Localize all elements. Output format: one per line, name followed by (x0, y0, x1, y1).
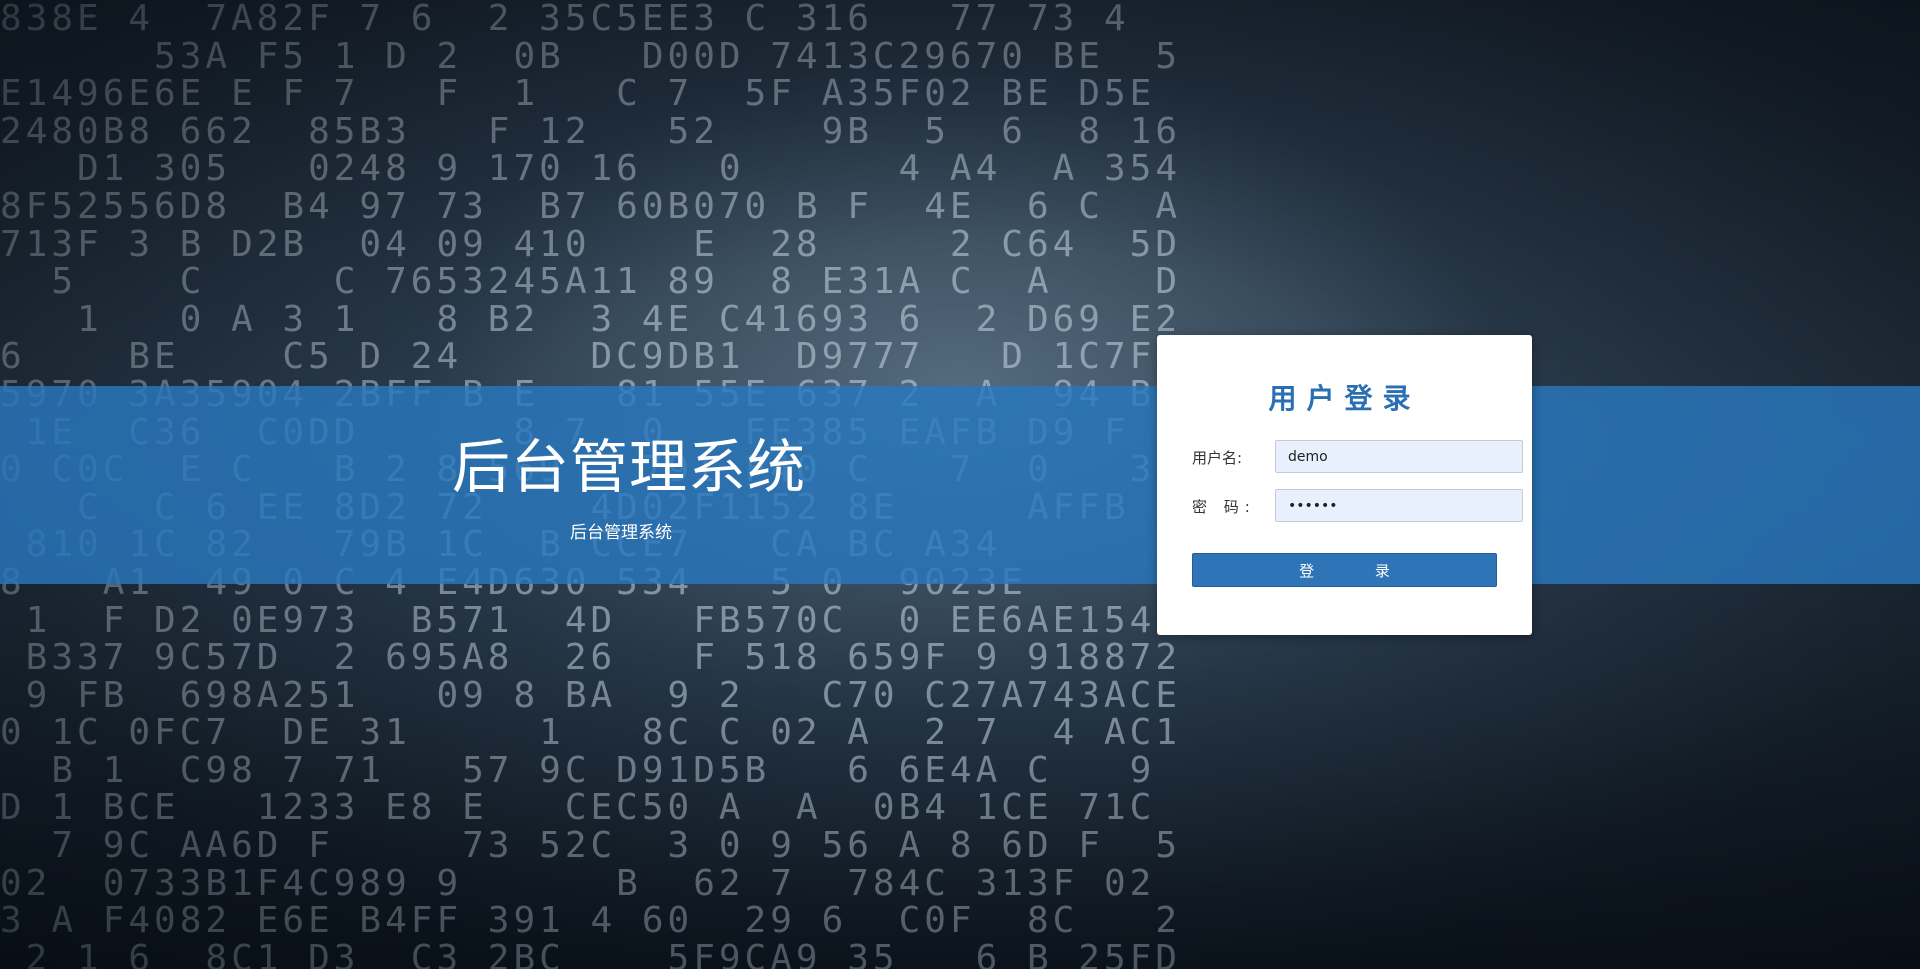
password-label: 密 码: (1192, 498, 1256, 516)
login-form: 用户登录 用户名: 密 码: 登 录 (1157, 335, 1532, 635)
username-label: 用户名: (1192, 449, 1243, 467)
login-button[interactable]: 登 录 (1192, 553, 1497, 587)
username-input[interactable] (1275, 440, 1523, 473)
login-page: 838E 4 7A82F 7 6 2 35C5EE3 C 316 77 73 4… (0, 0, 1920, 969)
title-band (0, 386, 1920, 584)
login-title: 用户登录 (1268, 382, 1421, 415)
site-title: 后台管理系统 (452, 433, 807, 501)
site-subtitle: 后台管理系统 (570, 523, 672, 543)
password-input[interactable] (1275, 489, 1523, 522)
